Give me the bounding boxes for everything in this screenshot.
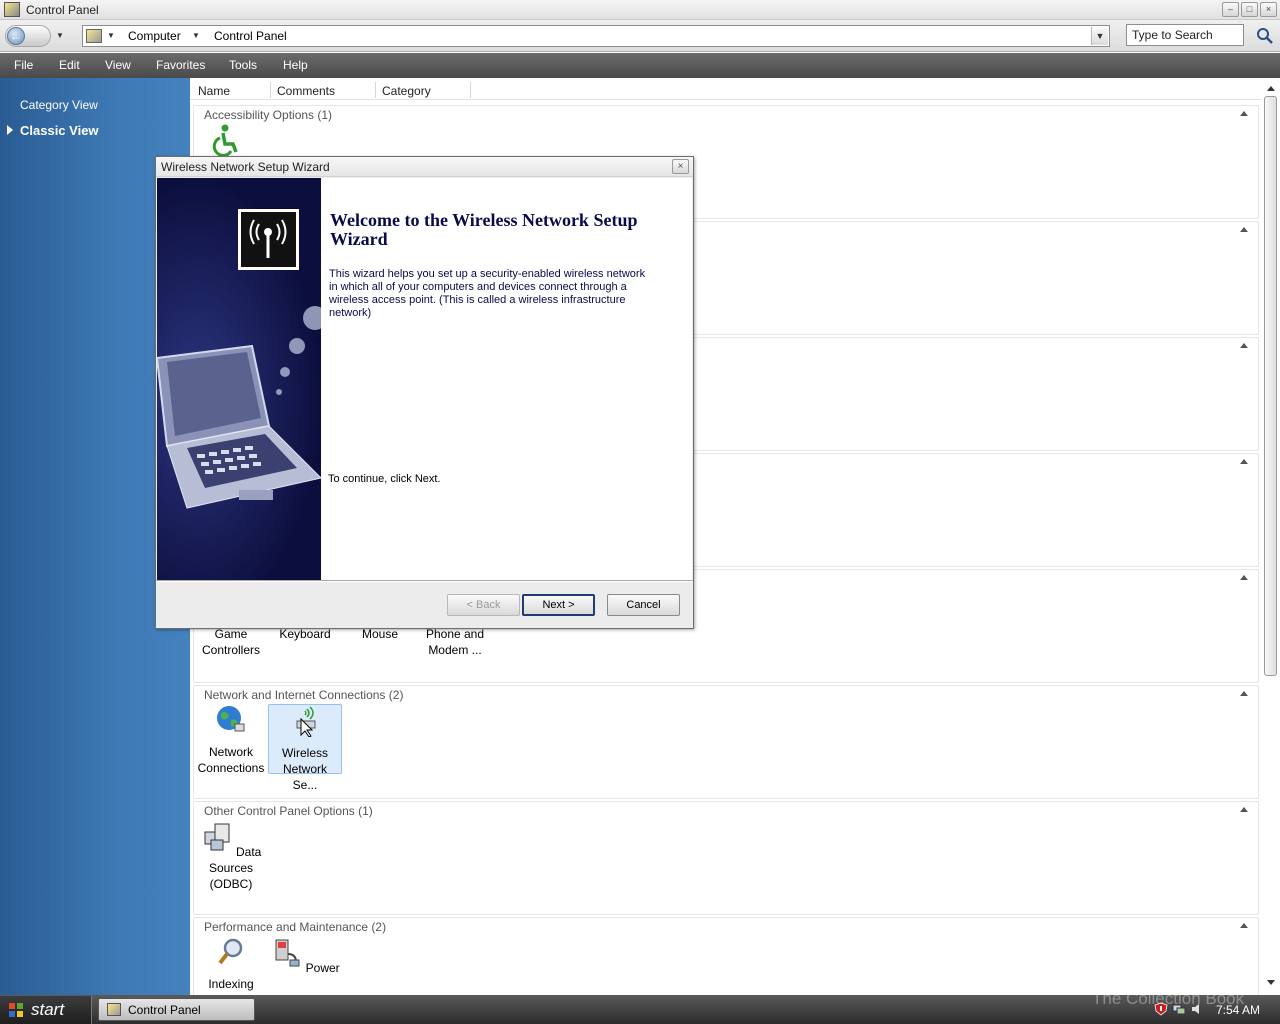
item-data-sources[interactable]: Data Sources (ODBC)	[194, 820, 268, 892]
collapse-icon[interactable]	[1240, 227, 1248, 232]
minimize-button[interactable]: –	[1222, 2, 1239, 17]
accessibility-icon[interactable]	[211, 124, 245, 156]
back-button[interactable]: ←	[5, 25, 51, 47]
folder-icon	[86, 29, 102, 43]
collapse-icon[interactable]	[1240, 807, 1248, 812]
item-network-connections[interactable]: Network Connections	[194, 704, 268, 776]
item-label: Mouse	[361, 627, 399, 641]
address-field[interactable]: ▼ Computer ▼ Control Panel ▼	[82, 25, 1110, 47]
collapse-icon[interactable]	[1240, 343, 1248, 348]
start-button[interactable]: start	[0, 996, 92, 1024]
chevron-down-icon[interactable]: ▼	[107, 31, 115, 40]
menu-bar: File Edit View Favorites Tools Help	[0, 53, 1280, 78]
title-bar: Control Panel – □ ×	[0, 0, 1280, 20]
group-title: Network and Internet Connections (2)	[204, 688, 404, 702]
scroll-up-icon[interactable]	[1267, 86, 1275, 91]
item-label: Keyboard	[279, 627, 331, 641]
taskbar-item-control-panel[interactable]: Control Panel	[98, 998, 255, 1021]
wizard-banner	[157, 178, 321, 580]
column-comments[interactable]: Comments	[277, 84, 335, 98]
dialog-title: Wireless Network Setup Wizard	[161, 160, 330, 174]
history-dropdown-icon[interactable]: ▼	[56, 31, 64, 40]
breadcrumb-control-panel[interactable]: Control Panel	[214, 29, 287, 43]
scroll-thumb[interactable]	[1264, 96, 1277, 676]
dialog-close-button[interactable]: ×	[672, 159, 689, 174]
item-phone-modem[interactable]: Phone and Modem ...	[418, 626, 492, 658]
dialog-divider	[156, 580, 693, 582]
collapse-icon[interactable]	[1240, 575, 1248, 580]
column-divider	[270, 82, 271, 98]
windows-logo-icon	[9, 1003, 23, 1017]
item-indexing[interactable]: Indexing	[194, 936, 268, 992]
group-network: Network and Internet Connections (2) Net…	[193, 685, 1259, 799]
group-title: Performance and Maintenance (2)	[204, 920, 387, 934]
scroll-down-icon[interactable]	[1267, 980, 1275, 985]
wizard-heading: Welcome to the Wireless Network Setup Wi…	[330, 210, 638, 249]
breadcrumb-computer[interactable]: Computer	[128, 29, 181, 43]
item-game-controllers[interactable]: Game Controllers	[194, 626, 268, 658]
collapse-icon[interactable]	[1240, 459, 1248, 464]
group-performance: Performance and Maintenance (2) Indexing…	[193, 917, 1259, 995]
wizard-body: Welcome to the Wireless Network Setup Wi…	[321, 178, 692, 580]
column-divider	[375, 82, 376, 98]
taskbar-item-label: Control Panel	[128, 1003, 201, 1017]
vertical-scrollbar[interactable]	[1262, 78, 1280, 995]
wireless-setup-wizard-dialog: Wireless Network Setup Wizard × Welcome …	[155, 156, 694, 629]
item-label: Game Controllers	[201, 627, 261, 657]
globe-network-icon	[217, 706, 245, 732]
search-input[interactable]: Type to Search	[1126, 24, 1244, 46]
item-label: Wireless Network Se...	[281, 746, 328, 792]
control-panel-icon	[107, 1003, 121, 1016]
arrow-right-icon	[7, 125, 13, 135]
taskbar-clock[interactable]: 7:54 AM	[1216, 1003, 1260, 1017]
wizard-continue-text: To continue, click Next.	[328, 473, 441, 485]
address-dropdown-button[interactable]: ▼	[1091, 27, 1108, 45]
wireless-icon	[296, 706, 316, 738]
item-wireless-network-setup[interactable]: Wireless Network Se...	[268, 704, 342, 792]
menu-edit[interactable]: Edit	[59, 58, 80, 72]
wizard-description: This wizard helps you set up a security-…	[329, 268, 646, 319]
next-button[interactable]: Next >	[522, 594, 595, 616]
item-label: Phone and Modem ...	[425, 627, 485, 657]
item-label: Network Connections	[197, 745, 265, 775]
item-label: Indexing	[208, 977, 254, 991]
menu-view[interactable]: View	[105, 58, 131, 72]
back-button[interactable]: < Back	[447, 594, 520, 616]
sidebar-item-category-view[interactable]: Category View	[20, 98, 98, 112]
magnifier-icon	[218, 938, 243, 965]
window-title: Control Panel	[26, 3, 99, 17]
sidebar-item-classic-view[interactable]: Classic View	[20, 123, 99, 138]
group-title: Accessibility Options (1)	[204, 108, 333, 122]
menu-help[interactable]: Help	[283, 58, 308, 72]
dialog-title-bar[interactable]: Wireless Network Setup Wizard	[156, 157, 693, 177]
column-header: Name Comments Category	[190, 80, 1262, 100]
column-category[interactable]: Category	[382, 84, 431, 98]
start-label: start	[31, 1000, 65, 1019]
group-other: Other Control Panel Options (1) Data Sou…	[193, 801, 1259, 915]
column-name[interactable]: Name	[198, 84, 230, 98]
close-button[interactable]: ×	[1260, 2, 1277, 17]
menu-file[interactable]: File	[14, 58, 33, 72]
maximize-button[interactable]: □	[1241, 2, 1258, 17]
menu-favorites[interactable]: Favorites	[156, 58, 205, 72]
collapse-icon[interactable]	[1240, 691, 1248, 696]
wireless-antenna-icon	[238, 209, 299, 270]
control-panel-icon	[4, 2, 20, 17]
collapse-icon[interactable]	[1240, 923, 1248, 928]
chevron-down-icon[interactable]: ▼	[192, 31, 200, 40]
menu-tools[interactable]: Tools	[229, 58, 257, 72]
power-icon	[275, 939, 300, 967]
column-divider	[470, 82, 471, 98]
database-icon	[204, 823, 230, 851]
back-arrow-icon: ←	[7, 27, 25, 45]
collapse-icon[interactable]	[1240, 111, 1248, 116]
taskbar: start Control Panel	[0, 995, 1280, 1024]
group-title: Other Control Panel Options (1)	[204, 804, 373, 818]
search-icon[interactable]	[1256, 27, 1274, 45]
item-label: Power	[305, 961, 340, 975]
item-power[interactable]: Power	[268, 936, 342, 976]
cancel-button[interactable]: Cancel	[607, 594, 680, 616]
